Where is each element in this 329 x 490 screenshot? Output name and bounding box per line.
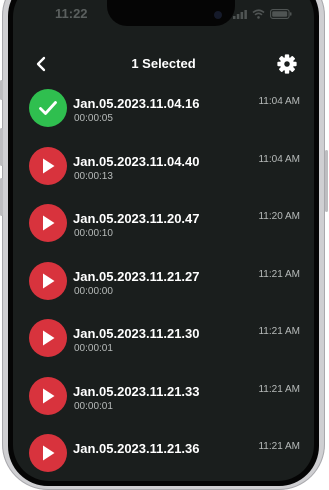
recording-row[interactable]: Jan.05.2023.11.04.40 00:00:13 11:04 AM [13, 141, 314, 199]
recording-duration: 00:00:13 [74, 170, 113, 182]
recording-name: Jan.05.2023.11.21.30 [73, 326, 200, 341]
recording-name: Jan.05.2023.11.21.27 [73, 268, 200, 284]
side-button-volume-up [0, 128, 3, 166]
side-button-power [325, 150, 328, 212]
recording-name: Jan.05.2023.11.04.16 [73, 96, 200, 111]
play-icon [43, 330, 55, 346]
play-button-icon[interactable] [29, 204, 67, 242]
recording-duration: 00:00:00 [74, 285, 113, 297]
recording-row[interactable]: Jan.05.2023.11.21.30 00:00:01 11:21 AM [13, 313, 314, 371]
play-button-icon[interactable] [29, 319, 67, 357]
play-button-icon[interactable] [29, 146, 67, 185]
play-icon [43, 388, 55, 403]
recording-duration: 00:00:05 [74, 113, 113, 124]
recording-row[interactable]: Jan.05.2023.11.20.47 00:00:10 11:20 AM [13, 198, 314, 256]
play-button-icon[interactable] [29, 434, 67, 472]
cellular-signal-icon [233, 10, 247, 19]
play-button-icon[interactable] [29, 261, 67, 300]
recording-time: 11:21 AM [258, 268, 300, 280]
side-button-volume-down [0, 178, 3, 216]
play-icon [43, 215, 55, 231]
recording-row[interactable]: Jan.05.2023.11.21.36 11:21 AM [13, 428, 314, 481]
recording-duration: 00:00:01 [74, 343, 113, 354]
header-title: 1 Selected [131, 56, 196, 71]
recording-time: 11:21 AM [258, 326, 300, 337]
play-icon [43, 273, 55, 288]
recording-time: 11:21 AM [258, 441, 300, 452]
camera-notch [107, 0, 235, 26]
selected-checkmark-icon[interactable] [29, 89, 67, 127]
checkmark-icon [39, 101, 57, 115]
header-bar: 1 Selected [13, 48, 314, 80]
battery-icon [270, 9, 292, 19]
recording-time: 11:04 AM [258, 153, 300, 165]
wifi-icon [252, 9, 265, 19]
play-icon [43, 158, 55, 173]
recording-time: 11:20 AM [258, 211, 300, 222]
app-screen: 11:22 1 Selected Jan.05.2023.11.04.16 00… [13, 0, 314, 481]
recordings-list: Jan.05.2023.11.04.16 00:00:05 11:04 AM Jan.… [13, 83, 314, 481]
recording-name: Jan.05.2023.11.04.40 [73, 153, 200, 169]
recording-time: 11:21 AM [258, 383, 300, 395]
status-icons [233, 9, 292, 19]
status-time: 11:22 [55, 6, 88, 21]
front-camera [214, 11, 222, 19]
settings-button[interactable] [276, 53, 298, 75]
recording-name: Jan.05.2023.11.20.47 [73, 211, 200, 226]
side-button-mute [0, 80, 3, 100]
play-button-icon[interactable] [29, 376, 67, 415]
recording-row[interactable]: Jan.05.2023.11.21.27 00:00:00 11:21 AM [13, 256, 314, 314]
recording-name: Jan.05.2023.11.21.36 [73, 441, 200, 456]
recording-duration: 00:00:10 [74, 228, 113, 239]
recording-time: 11:04 AM [258, 96, 300, 107]
recording-duration: 00:00:01 [74, 400, 113, 412]
play-icon [43, 445, 55, 461]
gear-icon [277, 54, 297, 74]
recording-name: Jan.05.2023.11.21.33 [73, 383, 200, 399]
recording-row[interactable]: Jan.05.2023.11.04.16 00:00:05 11:04 AM [13, 83, 314, 141]
recording-row[interactable]: Jan.05.2023.11.21.33 00:00:01 11:21 AM [13, 371, 314, 429]
